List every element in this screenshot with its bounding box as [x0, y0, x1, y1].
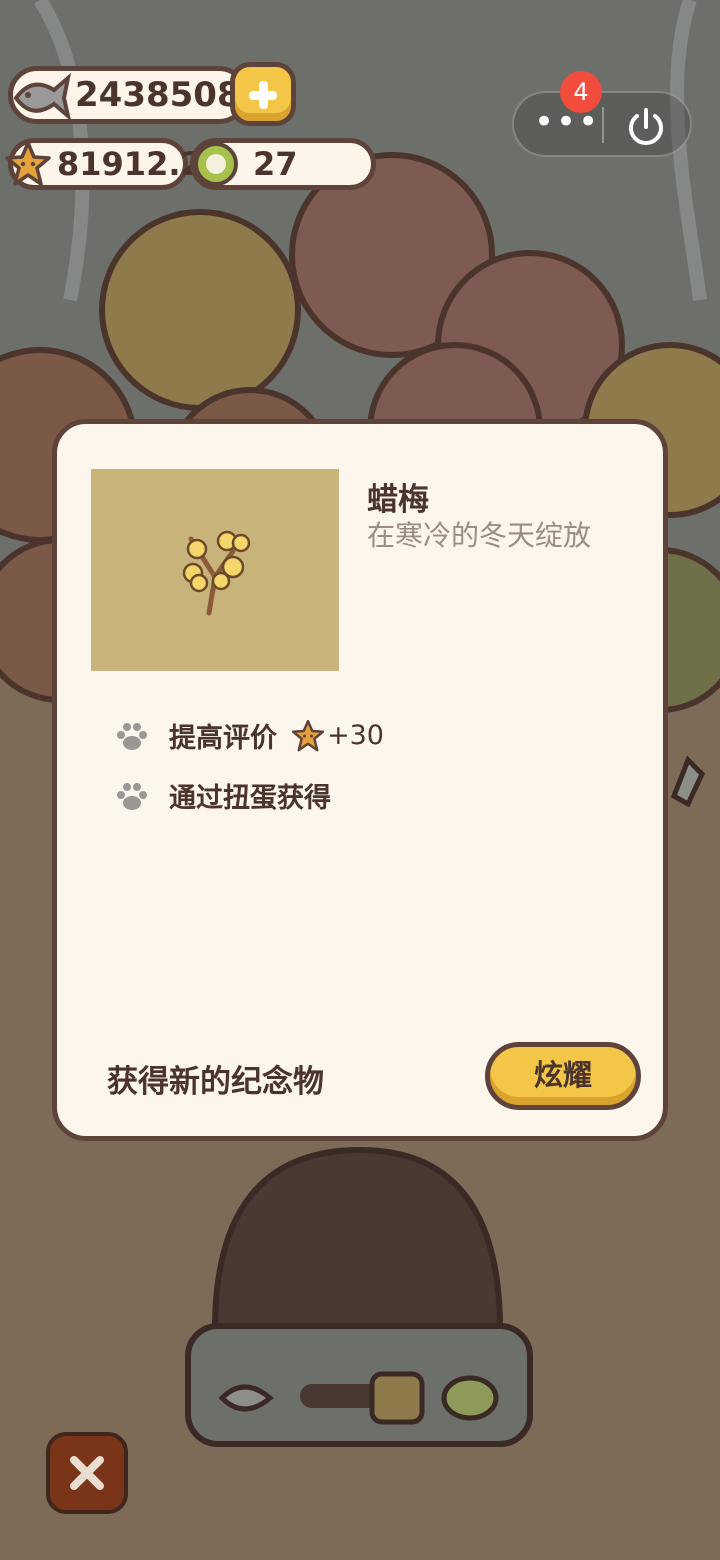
paw-icon	[117, 722, 147, 750]
power-icon[interactable]	[624, 105, 668, 149]
effect-label: 提高评价	[169, 723, 277, 754]
close-icon	[70, 1456, 104, 1490]
souvenir-dialog: 蜡梅 在寒冷的冬天绽放 提高评价 +30 通过扭蛋获得 获得新的纪念物 炫耀	[52, 419, 668, 1141]
effect-row: 通过扭蛋获得	[115, 776, 331, 815]
branch-flower-icon	[182, 530, 251, 616]
paw-icon	[117, 782, 147, 810]
star-icon	[5, 141, 51, 186]
ball-count: 27	[253, 145, 298, 183]
show-off-button[interactable]: 炫耀	[485, 1042, 641, 1110]
star-icon	[291, 719, 325, 751]
star-count: 81912.2	[57, 145, 203, 183]
more-icon[interactable]: •••	[534, 105, 598, 141]
rating-bonus: +30	[287, 719, 384, 753]
add-fish-button[interactable]	[230, 62, 296, 126]
item-name: 蜡梅	[367, 482, 429, 518]
item-thumbnail	[91, 469, 339, 671]
new-souvenir-message: 获得新的纪念物	[107, 1064, 324, 1100]
effect-row: 提高评价 +30	[115, 716, 384, 755]
item-description: 在寒冷的冬天绽放	[367, 519, 592, 552]
notification-badge: 4	[560, 71, 602, 113]
capsule-divider	[602, 107, 604, 143]
close-button[interactable]	[46, 1432, 128, 1514]
fish-icon	[13, 72, 72, 122]
rating-bonus-value: +30	[327, 720, 384, 751]
ball-icon	[194, 142, 238, 186]
source-label: 通过扭蛋获得	[169, 783, 331, 814]
fish-count: 2438508	[75, 75, 241, 115]
mini-program-capsule: •••	[512, 91, 692, 157]
